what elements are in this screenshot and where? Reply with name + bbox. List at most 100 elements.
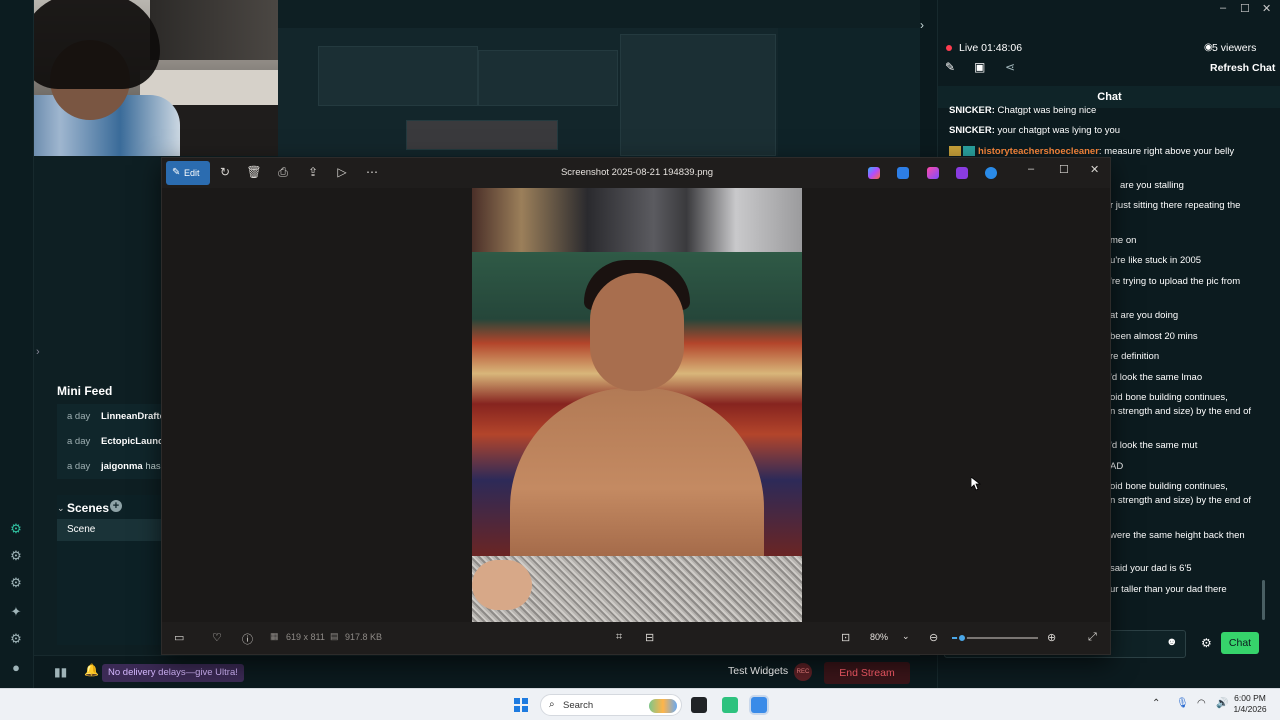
zoom-slider-thumb[interactable] xyxy=(957,633,968,643)
photo-top-strip xyxy=(472,188,802,252)
chat-message: said your dad is 6'5 xyxy=(1110,563,1192,574)
task-view-icon[interactable] xyxy=(691,697,707,713)
scene-item[interactable]: Scene xyxy=(57,519,161,541)
clipchamp-video-icon[interactable] xyxy=(956,167,968,179)
record-button[interactable]: REC xyxy=(794,663,812,681)
fit-view-icon[interactable]: ⊡ xyxy=(841,631,850,644)
more-icon[interactable]: ⋯ xyxy=(364,165,380,179)
chevron-down-icon[interactable]: ⌄ xyxy=(902,631,910,642)
chat-message: 'd look the same mut xyxy=(1110,440,1198,451)
gear-icon[interactable]: ⚙ xyxy=(1201,636,1212,650)
mini-feed: Mini Feed a day LinneanDrafter a day Ect… xyxy=(57,380,161,490)
share-icon[interactable]: ⋖ xyxy=(1005,60,1015,74)
feed-time: a day xyxy=(67,411,91,422)
chevron-up-icon[interactable]: ⌃ xyxy=(1152,698,1160,709)
photos-taskbar-icon[interactable] xyxy=(751,697,767,713)
settings-icon[interactable]: ⚙ xyxy=(8,631,24,647)
maximize-icon[interactable]: ☐ xyxy=(1240,2,1250,15)
print-icon[interactable]: ⎙ xyxy=(275,165,291,180)
close-icon[interactable]: ✕ xyxy=(1262,2,1271,15)
promo-banner[interactable]: No delivery delays—give Ultra! xyxy=(102,664,244,682)
microphone-icon[interactable]: 🎙 xyxy=(1176,698,1189,709)
zoom-out-icon[interactable]: ⊖ xyxy=(929,631,938,644)
chat-message: n strength and size) by the end of xyxy=(1110,495,1252,506)
photo-canvas[interactable] xyxy=(162,188,1110,622)
test-widgets-button[interactable]: Test Widgets xyxy=(728,665,788,677)
chevron-right-icon[interactable]: › xyxy=(36,346,46,360)
feed-item[interactable]: a day jaigonma has xyxy=(57,454,161,479)
feed-item[interactable]: a day EctopicLaunch xyxy=(57,429,161,454)
badge-icon xyxy=(949,146,961,157)
bell-icon[interactable]: 🔔 xyxy=(84,663,99,677)
zoom-level[interactable]: 80% xyxy=(870,632,888,642)
wifi-icon[interactable]: ◠ xyxy=(1197,698,1206,709)
chat-scrollbar[interactable] xyxy=(1262,580,1265,620)
maximize-icon[interactable]: ☐ xyxy=(1059,163,1069,176)
zoom-in-icon[interactable]: ⊕ xyxy=(1047,631,1056,644)
chat-message: n strength and size) by the end of xyxy=(1110,406,1252,417)
chat-message: were the same height back then xyxy=(1110,530,1245,541)
share-icon[interactable]: ⇪ xyxy=(305,165,321,179)
delete-icon[interactable]: 🗑 xyxy=(246,165,262,179)
mini-feed-title: Mini Feed xyxy=(57,384,113,398)
copilot-icon[interactable] xyxy=(868,167,880,179)
favorite-icon[interactable]: ♡ xyxy=(212,631,222,644)
studio-icon[interactable]: ⚙ xyxy=(8,521,24,537)
stats-icon[interactable]: ▮▮ xyxy=(54,665,68,679)
minimize-icon[interactable]: – xyxy=(1028,163,1034,175)
visual-search-icon[interactable]: ⌗ xyxy=(616,631,622,644)
chat-user: historyteachershoecleaner xyxy=(978,146,1099,157)
taskbar-search[interactable]: ⌕ Search xyxy=(540,694,682,716)
dashboard-icon[interactable]: ▣ xyxy=(974,60,985,74)
volume-icon[interactable]: 🔊 xyxy=(1216,698,1228,709)
clipchamp-icon[interactable] xyxy=(927,167,939,179)
filmstrip-icon[interactable]: ▭ xyxy=(174,631,184,644)
clock[interactable]: 6:00 PM 1/4/2026 xyxy=(1230,693,1270,715)
feed-user-name: jaigonma xyxy=(101,461,143,472)
slideshow-icon[interactable]: ▷ xyxy=(334,165,350,179)
displayed-photo xyxy=(472,188,802,622)
dimensions-icon: ▦ xyxy=(270,631,279,641)
info-icon[interactable]: ⓘ xyxy=(242,631,253,647)
live-indicator-icon xyxy=(946,45,952,51)
windows-start-icon[interactable] xyxy=(514,698,528,712)
feed-action: has xyxy=(142,461,161,472)
edit-button[interactable]: ✎ Edit xyxy=(166,161,210,185)
chevron-down-icon[interactable]: ⌄ xyxy=(57,503,65,514)
taskbar: ⌕ Search ⌃ 🎙 ◠ 🔊 6:00 PM 1/4/2026 xyxy=(0,688,1280,720)
close-icon[interactable]: ✕ xyxy=(1090,163,1099,176)
window-controls: – ☐ ✕ xyxy=(1212,0,1280,18)
bottom-bar: ▮▮ 🔔 No delivery delays—give Ultra! Test… xyxy=(34,655,920,688)
streamlabs-taskbar-icon[interactable] xyxy=(722,697,738,713)
chat-message: me on xyxy=(1110,235,1137,246)
edit-icon: ✎ xyxy=(172,167,181,178)
file-size: 917.8 KB xyxy=(345,632,383,642)
chat-message: ur taller than your dad there xyxy=(1110,584,1227,595)
text-actions-icon[interactable]: ⊟ xyxy=(645,631,654,644)
add-scene-icon[interactable]: + xyxy=(110,500,122,512)
edit-icon[interactable]: ✎ xyxy=(945,60,955,74)
apps-icon[interactable]: ⚙ xyxy=(8,575,24,591)
feed-item[interactable]: a day LinneanDrafter xyxy=(57,404,161,429)
chat-message: AD xyxy=(1110,461,1124,472)
scenes-title: Scenes xyxy=(67,501,110,515)
webcam-person-hair xyxy=(20,0,160,89)
minimize-icon[interactable]: – xyxy=(1220,2,1226,14)
emoji-icon[interactable]: ☻ xyxy=(1166,636,1178,648)
chat-text: : measure right above your belly xyxy=(1098,146,1235,157)
chat-send-button[interactable]: Chat xyxy=(1221,632,1259,654)
profile-icon[interactable]: ● xyxy=(8,660,24,676)
webcam-feed xyxy=(0,0,278,156)
designer-icon[interactable] xyxy=(897,167,909,179)
rotate-icon[interactable]: ↻ xyxy=(217,165,233,179)
themes-icon[interactable]: ⚙ xyxy=(8,548,24,564)
photo-hand xyxy=(472,560,532,610)
chat-message: r just sitting there repeating the xyxy=(1110,200,1241,211)
refresh-chat-button[interactable]: Refresh Chat xyxy=(1210,62,1275,74)
file-size-icon: ▤ xyxy=(330,631,339,641)
end-stream-button[interactable]: End Stream xyxy=(824,662,910,684)
fullscreen-icon[interactable]: ⤢ xyxy=(1088,631,1097,644)
chevron-right-icon[interactable]: › xyxy=(920,18,934,34)
ai-icon[interactable]: ✦ xyxy=(8,604,24,620)
onedrive-icon[interactable] xyxy=(985,167,997,179)
